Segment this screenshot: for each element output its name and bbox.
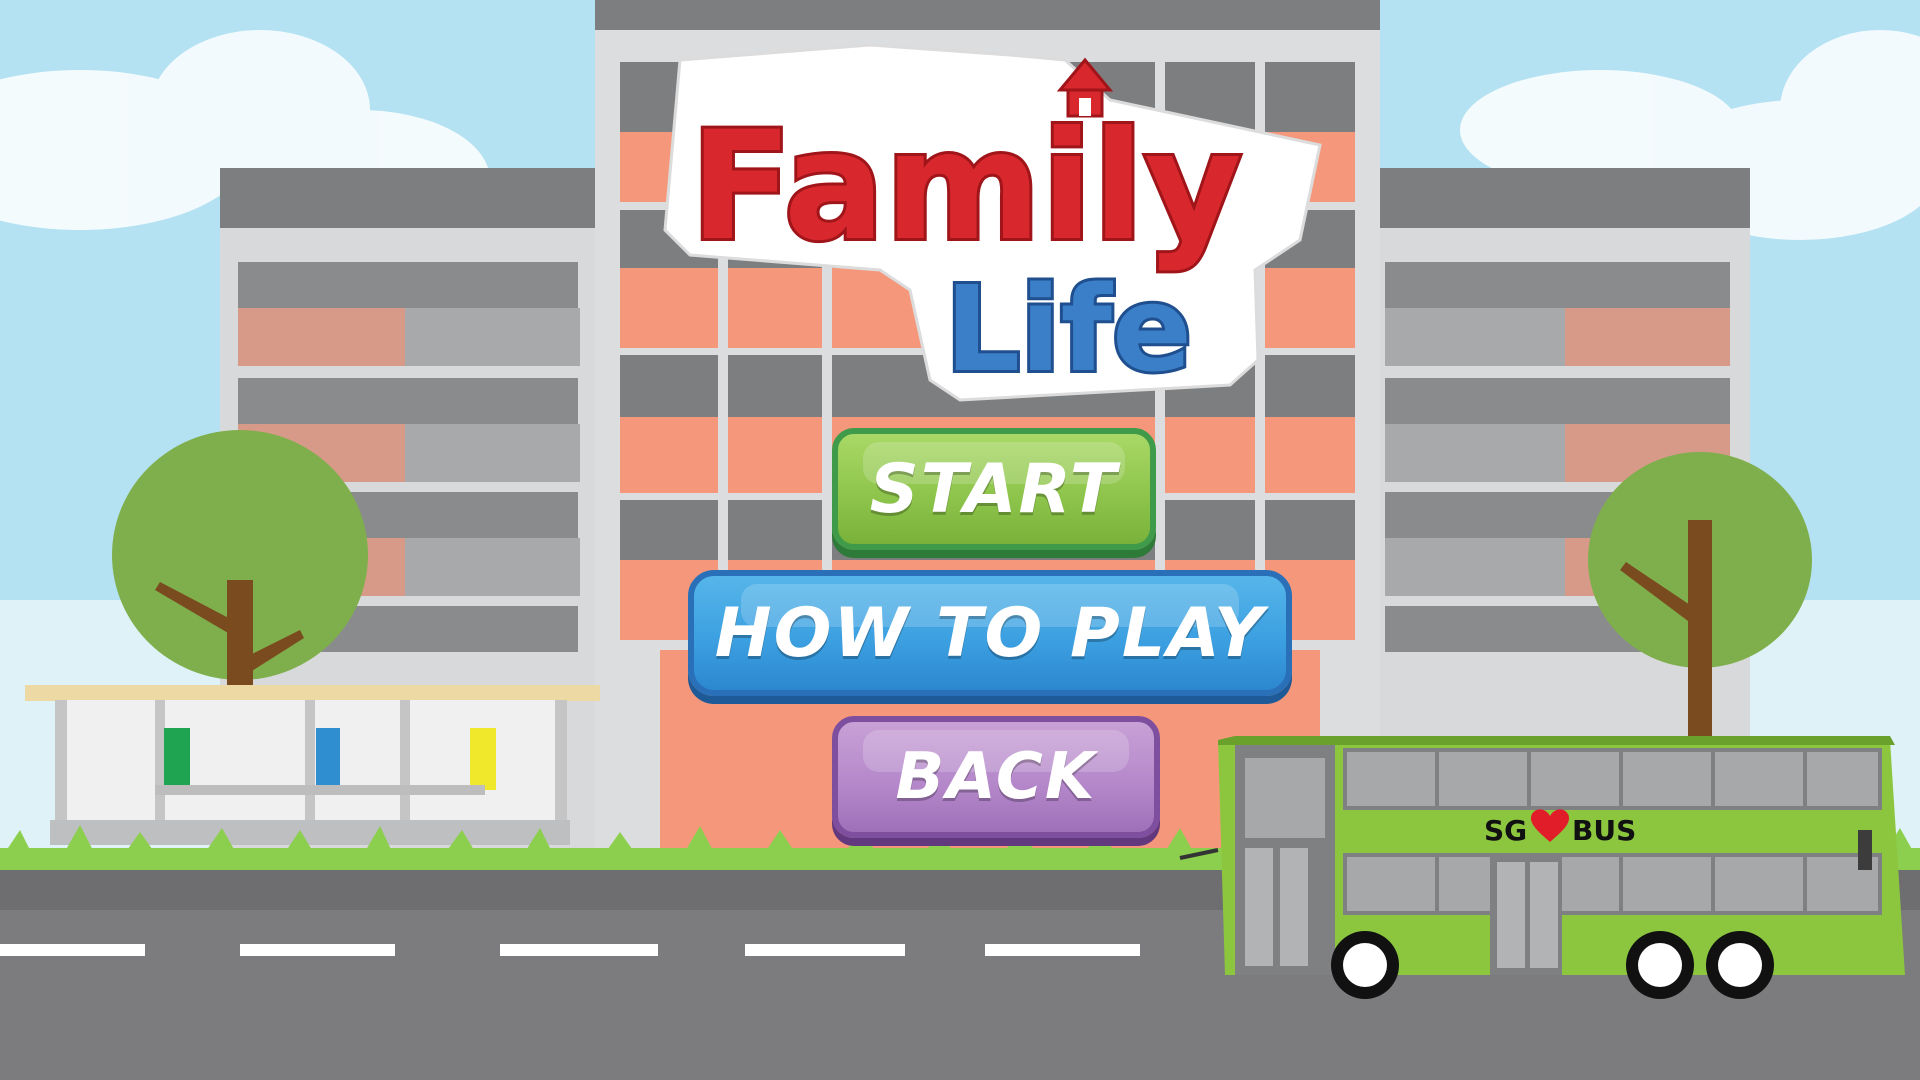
start-button-label: START — [869, 449, 1119, 529]
title-line2: Life — [945, 260, 1192, 398]
back-button-label: BACK — [895, 740, 1097, 814]
bus-brand-left: SG — [1484, 814, 1527, 847]
how-to-play-button-label: HOW TO PLAY — [714, 593, 1266, 673]
bus: SG BUS — [1179, 736, 1905, 999]
how-to-play-button[interactable]: HOW TO PLAY — [688, 570, 1292, 696]
back-button[interactable]: BACK — [832, 716, 1160, 838]
start-button[interactable]: START — [832, 428, 1156, 550]
bus-brand-right: BUS — [1572, 814, 1636, 847]
game-scene: SG BUS Family Life START HOW TO PLAY BAC… — [0, 0, 1920, 1080]
title-line1: Family — [690, 100, 1242, 274]
